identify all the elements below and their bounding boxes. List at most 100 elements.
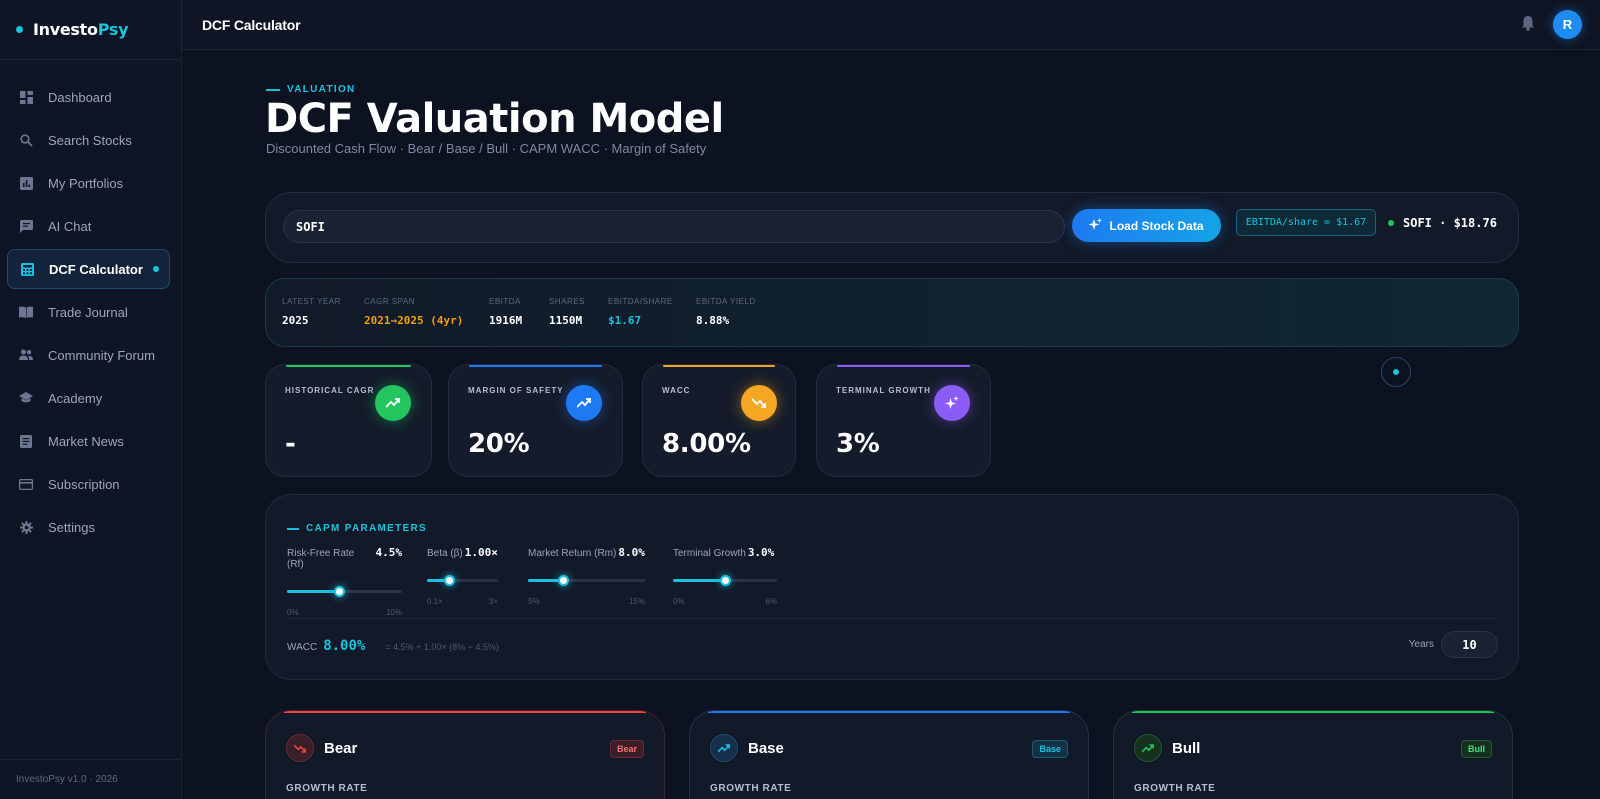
sidebar-item-search-stocks[interactable]: Search Stocks <box>7 120 170 160</box>
scenario-badge: Bull <box>1461 740 1492 758</box>
stat-ebitda-yield: EBITDA YIELD 8.88% <box>696 297 756 327</box>
chat-icon <box>19 219 33 233</box>
section-eyebrow: VALUATION <box>266 84 356 95</box>
trending-up-icon <box>710 734 738 762</box>
slider-risk-free-rate[interactable]: Risk-Free Rate (Rf) 4.5% 0% 10% <box>287 546 402 617</box>
load-stock-data-button[interactable]: Load Stock Data <box>1072 209 1221 242</box>
gear-icon <box>19 520 33 534</box>
slider-fill <box>673 579 725 582</box>
stat-ebitda-share: EBITDA/SHARE $1.67 <box>608 297 673 327</box>
scenario-name: Bull <box>1172 740 1201 757</box>
logo-text-primary: Investo <box>33 20 98 39</box>
slider-min: 0.1× <box>427 597 443 606</box>
stat-label: EBITDA <box>489 297 521 306</box>
stat-value: 2021→2025 (4yr) <box>364 314 464 327</box>
trending-down-icon <box>286 734 314 762</box>
growth-rate-label: GROWTH RATE <box>1134 783 1216 794</box>
slider-market-return[interactable]: Market Return (Rm) 8.0% 5% 15% <box>528 546 645 606</box>
pulse-indicator <box>1381 357 1411 387</box>
book-icon <box>19 305 33 319</box>
slider-track[interactable] <box>427 575 498 586</box>
wacc-value: 8.00% <box>323 638 366 654</box>
sidebar-item-ai-chat[interactable]: AI Chat <box>7 206 170 246</box>
stat-value: $1.67 <box>608 314 642 327</box>
ticker-search-input[interactable] <box>283 210 1065 243</box>
stat-value: 2025 <box>282 314 309 327</box>
years-input[interactable]: 10 <box>1441 631 1498 658</box>
people-icon <box>19 348 33 362</box>
sidebar-item-subscription[interactable]: Subscription <box>7 464 170 504</box>
slider-terminal-growth[interactable]: Terminal Growth 3.0% 0% 6% <box>673 546 777 606</box>
eyebrow-bar <box>266 88 280 91</box>
slider-track[interactable] <box>287 586 402 597</box>
slider-value: 3.0% <box>747 546 775 559</box>
sidebar-item-label: Settings <box>48 519 95 535</box>
active-indicator <box>153 266 159 272</box>
slider-value: 4.5% <box>375 546 403 559</box>
years-control: Years 10 <box>1409 631 1498 658</box>
stats-bar: LATEST YEAR 2025 CAGR SPAN 2021→2025 (4yr)… <box>265 278 1519 347</box>
growth-rate-label: GROWTH RATE <box>710 783 792 794</box>
version-label: InvestoPsy v1.0 · 2026 <box>0 759 182 799</box>
stat-value: 1916M <box>489 314 523 327</box>
logo-text-accent: Psy <box>97 20 129 39</box>
eyebrow-label: VALUATION <box>287 84 356 95</box>
sidebar-item-settings[interactable]: Settings <box>7 507 170 547</box>
slider-track[interactable] <box>673 575 777 586</box>
sidebar-item-label: Dashboard <box>48 89 112 105</box>
sidebar-item-label: DCF Calculator <box>49 261 143 277</box>
slider-max: 3× <box>488 597 498 606</box>
scenario-badge: Bear <box>609 740 644 758</box>
scenario-badge: Base <box>1032 740 1068 758</box>
trending-up-icon <box>375 385 411 421</box>
kpi-value: 8.00% <box>662 429 751 459</box>
capm-divider <box>287 618 1497 619</box>
slider-beta[interactable]: Beta (β) 1.00× 0.1× 3× <box>427 546 498 606</box>
status-dot <box>1388 220 1394 226</box>
slider-knob[interactable] <box>558 575 570 586</box>
slider-fill <box>287 590 339 593</box>
trending-down-icon <box>741 385 777 421</box>
sidebar-nav: Dashboard Search Stocks My Portfolios AI… <box>0 60 181 547</box>
growth-rate-label: GROWTH RATE <box>286 783 368 794</box>
sidebar-item-community-forum[interactable]: Community Forum <box>7 335 170 375</box>
kpi-value: 3% <box>836 429 880 459</box>
sidebar-item-label: Trade Journal <box>48 304 128 320</box>
sidebar-item-market-news[interactable]: Market News <box>7 421 170 461</box>
avatar[interactable]: R <box>1553 10 1582 39</box>
slider-knob[interactable] <box>333 586 345 597</box>
scenario-card-base: Base Base GROWTH RATE <box>689 710 1089 799</box>
slider-max: 10% <box>385 608 402 617</box>
logo[interactable]: Investo Psy <box>0 0 181 60</box>
sidebar-item-trade-journal[interactable]: Trade Journal <box>7 292 170 332</box>
sidebar-item-dashboard[interactable]: Dashboard <box>7 77 170 117</box>
sidebar-item-academy[interactable]: Academy <box>7 378 170 418</box>
stat-ebitda: EBITDA 1916M <box>489 297 522 327</box>
slider-min: 0% <box>287 608 299 617</box>
slider-track[interactable] <box>528 575 645 586</box>
capm-title: CAPM PARAMETERS <box>306 523 427 534</box>
slider-label: Terminal Growth <box>673 548 746 559</box>
kpi-card-historical-cagr: HISTORICAL CAGR - <box>265 364 432 477</box>
sidebar-item-label: Search Stocks <box>48 132 132 148</box>
sidebar-item-label: Academy <box>48 390 103 406</box>
topbar-title: DCF Calculator <box>202 16 301 33</box>
slider-knob[interactable] <box>444 575 455 586</box>
stat-label: EBITDA/SHARE <box>608 297 673 306</box>
bell-icon[interactable] <box>1521 15 1535 36</box>
capm-parameters-card: CAPM PARAMETERS Risk-Free Rate (Rf) 4.5% … <box>265 494 1519 680</box>
slider-max: 6% <box>765 597 777 606</box>
capm-header: CAPM PARAMETERS <box>287 523 427 534</box>
page-title: DCF Valuation Model <box>265 96 724 142</box>
slider-min: 0% <box>673 597 685 606</box>
ticker-status: SOFI · $18.76 <box>1388 216 1497 230</box>
trending-up-icon <box>1134 734 1162 762</box>
sidebar-item-dcf-calculator[interactable]: DCF Calculator <box>7 249 170 289</box>
sidebar-item-my-portfolios[interactable]: My Portfolios <box>7 163 170 203</box>
slider-knob[interactable] <box>720 575 731 586</box>
scenario-card-bull: Bull Bull GROWTH RATE <box>1113 710 1513 799</box>
sparkle-icon <box>934 385 970 421</box>
scenario-name: Bear <box>324 740 358 757</box>
sidebar-item-label: Market News <box>48 433 124 449</box>
sidebar: Investo Psy Dashboard Search Stocks My Po… <box>0 0 182 799</box>
